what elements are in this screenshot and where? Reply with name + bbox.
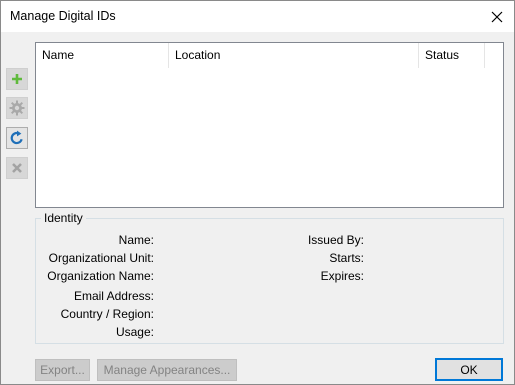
column-header-status[interactable]: Status [419, 43, 485, 68]
refresh-icon [10, 130, 23, 145]
x-icon [12, 163, 22, 173]
plus-icon [12, 74, 22, 84]
remove-id-button[interactable] [6, 157, 28, 179]
digital-ids-list[interactable]: Name Location Status [35, 42, 504, 208]
email-address-label: Email Address: [73, 289, 154, 303]
settings-button[interactable] [6, 97, 28, 119]
ok-button[interactable]: OK [435, 358, 503, 381]
column-header-location[interactable]: Location [169, 43, 419, 68]
close-button[interactable] [480, 1, 514, 32]
organizational-unit-label: Organizational Unit: [48, 251, 154, 265]
manage-digital-ids-dialog: Manage Digital IDs Name Location Status … [0, 0, 515, 385]
add-id-button[interactable] [6, 68, 28, 90]
issued-by-label: Issued By: [307, 233, 364, 247]
title-bar: Manage Digital IDs [1, 1, 514, 32]
column-header-name[interactable]: Name [36, 43, 169, 68]
country-region-label: Country / Region: [60, 307, 154, 321]
gear-icon [9, 100, 25, 116]
expires-label: Expires: [320, 269, 364, 283]
export-button[interactable]: Export... [35, 359, 90, 381]
dialog-title: Manage Digital IDs [10, 9, 116, 23]
manage-appearances-button[interactable]: Manage Appearances... [97, 359, 237, 381]
starts-label: Starts: [329, 251, 364, 265]
refresh-button[interactable] [6, 127, 28, 149]
close-icon [491, 11, 503, 22]
identity-group-legend: Identity [41, 211, 86, 225]
organization-name-label: Organization Name: [47, 269, 154, 283]
name-label: Name: [118, 233, 154, 247]
usage-label: Usage: [115, 325, 154, 339]
